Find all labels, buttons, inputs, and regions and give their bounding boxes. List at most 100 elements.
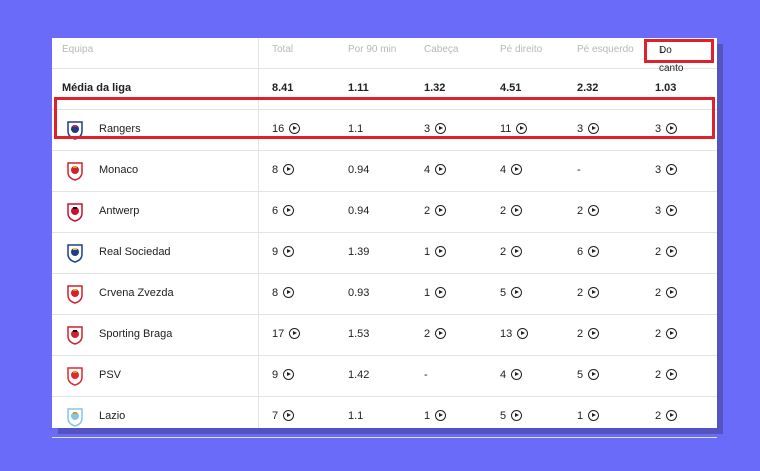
cell-head: 4: [424, 150, 447, 191]
cell-right-foot: 2: [500, 232, 523, 273]
play-video-icon[interactable]: [435, 164, 447, 175]
antwerp-crest-icon: [67, 203, 83, 222]
cell-corner: 2: [655, 396, 678, 437]
cell-corner: 2: [655, 355, 678, 396]
team-name[interactable]: Sporting Braga: [99, 314, 172, 355]
play-video-icon[interactable]: [289, 328, 301, 339]
cell-corner: 2: [655, 232, 678, 273]
play-video-icon[interactable]: [435, 287, 447, 298]
team-name[interactable]: Monaco: [99, 150, 138, 191]
header-right-foot[interactable]: Pé direito: [500, 38, 542, 68]
table-row[interactable]: Crvena Zvezda 8 0.93 1 5 2 2: [52, 273, 717, 315]
play-video-icon[interactable]: [517, 328, 529, 339]
play-video-icon[interactable]: [666, 328, 678, 339]
cell-per90: 0.94: [348, 205, 370, 217]
play-video-icon[interactable]: [435, 328, 447, 339]
play-video-icon[interactable]: [511, 410, 523, 421]
header-total[interactable]: Total: [272, 38, 293, 68]
cell-head: 1: [424, 273, 447, 314]
cell-per90: 1.42: [348, 369, 370, 381]
play-video-icon[interactable]: [588, 287, 600, 298]
cell-right-foot: 5: [500, 273, 523, 314]
team-name[interactable]: Real Sociedad: [99, 232, 171, 273]
braga-crest-icon: [67, 326, 83, 345]
cell-total: 8: [272, 273, 295, 314]
cell-corner: 3: [655, 191, 678, 232]
cell-head: 2: [424, 191, 447, 232]
play-video-icon[interactable]: [588, 328, 600, 339]
cell-right-foot: 2: [500, 191, 523, 232]
play-video-icon[interactable]: [588, 410, 600, 421]
header-per90[interactable]: Por 90 min: [348, 38, 396, 68]
cell-left-foot: 1: [577, 396, 600, 437]
play-video-icon[interactable]: [511, 205, 523, 216]
cell-left-foot: -: [577, 164, 581, 176]
monaco-crest-icon: [67, 162, 83, 181]
cell-left-foot: 2: [577, 314, 600, 355]
header-head[interactable]: Cabeça: [424, 38, 458, 68]
play-video-icon[interactable]: [283, 369, 295, 380]
play-video-icon[interactable]: [435, 246, 447, 257]
cell-total: 9: [272, 232, 295, 273]
play-video-icon[interactable]: [666, 246, 678, 257]
team-name[interactable]: Antwerp: [99, 191, 139, 232]
team-name[interactable]: Lazio: [99, 396, 125, 437]
table-header: Equipa Total Por 90 min Cabeça Pé direit…: [52, 38, 717, 74]
cell-corner: 2: [655, 314, 678, 355]
table-row[interactable]: Monaco 8 0.94 4 4 - 3: [52, 150, 717, 192]
cell-total: 17: [272, 314, 301, 355]
table-row[interactable]: Real Sociedad 9 1.39 1 2 6 2: [52, 232, 717, 274]
team-name[interactable]: Crvena Zvezda: [99, 273, 174, 314]
play-video-icon[interactable]: [283, 287, 295, 298]
header-left-foot[interactable]: Pé esquerdo: [577, 38, 634, 68]
header-corner-sorted[interactable]: ↓ Do canto: [644, 39, 714, 74]
cell-per90: 0.94: [348, 164, 370, 176]
cell-per90: 1.1: [348, 410, 364, 422]
play-video-icon[interactable]: [511, 164, 523, 175]
real-sociedad-crest-icon: [67, 244, 83, 263]
play-video-icon[interactable]: [588, 205, 600, 216]
stats-card: Equipa Total Por 90 min Cabeça Pé direit…: [52, 38, 717, 438]
play-video-icon[interactable]: [283, 246, 295, 257]
cell-head: -: [424, 369, 428, 381]
cell-left-foot: 5: [577, 355, 600, 396]
cell-per90: 1.53: [348, 328, 370, 340]
cell-total: 9: [272, 355, 295, 396]
play-video-icon[interactable]: [435, 410, 447, 421]
cell-per90: 1.39: [348, 246, 370, 258]
table-row[interactable]: Lazio 7 1.1 1 5 1 2: [52, 396, 717, 438]
cell-total: 8: [272, 150, 295, 191]
crvena-zvezda-crest-icon: [67, 285, 83, 304]
cell-head: 1: [424, 396, 447, 437]
play-video-icon[interactable]: [511, 246, 523, 257]
play-video-icon[interactable]: [511, 287, 523, 298]
play-video-icon[interactable]: [283, 164, 295, 175]
play-video-icon[interactable]: [435, 205, 447, 216]
play-video-icon[interactable]: [283, 205, 295, 216]
cell-left-foot: 6: [577, 232, 600, 273]
cell-head: 2: [424, 314, 447, 355]
table-row[interactable]: Sporting Braga 17 1.53 2 13 2 2: [52, 314, 717, 356]
play-video-icon[interactable]: [666, 164, 678, 175]
play-video-icon[interactable]: [588, 369, 600, 380]
header-team[interactable]: Equipa: [62, 38, 93, 68]
play-video-icon[interactable]: [283, 410, 295, 421]
play-video-icon[interactable]: [666, 205, 678, 216]
play-video-icon[interactable]: [666, 410, 678, 421]
table-row[interactable]: PSV 9 1.42 - 4 5 2: [52, 355, 717, 397]
play-video-icon[interactable]: [666, 369, 678, 380]
cell-total: 6: [272, 191, 295, 232]
psv-crest-icon: [67, 367, 83, 386]
cell-corner: 3: [655, 150, 678, 191]
cell-per90: 0.93: [348, 287, 370, 299]
cell-total: 7: [272, 396, 295, 437]
cell-right-foot: 4: [500, 355, 523, 396]
play-video-icon[interactable]: [666, 287, 678, 298]
cell-right-foot: 5: [500, 396, 523, 437]
play-video-icon[interactable]: [511, 369, 523, 380]
play-video-icon[interactable]: [588, 246, 600, 257]
lazio-crest-icon: [67, 408, 83, 427]
cell-left-foot: 2: [577, 191, 600, 232]
team-name[interactable]: PSV: [99, 355, 121, 396]
table-row[interactable]: Antwerp 6 0.94 2 2 2 3: [52, 191, 717, 233]
